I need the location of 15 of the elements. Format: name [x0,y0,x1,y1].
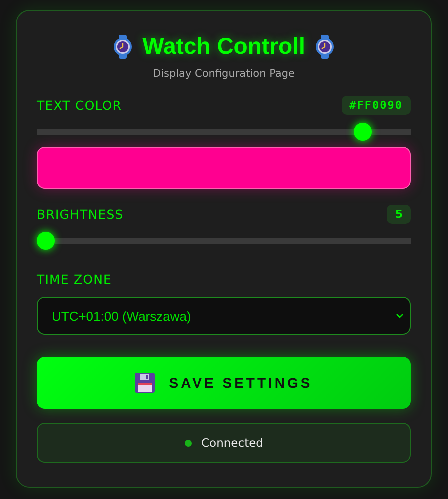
field-label: TIME ZONE [37,272,112,287]
field-label: BRIGHTNESS [37,207,124,222]
watch-icon [315,34,336,58]
subtitle: Display Configuration Page [152,68,296,80]
status-text: Connected [202,436,264,450]
timezone-dropdown[interactable]: UTC+01:00 (Warszawa) [37,297,411,335]
save-button[interactable]: SAVE SETTINGS [37,357,411,409]
value-badge: 5 [387,205,411,224]
slider-thumb[interactable] [37,232,55,250]
field-label: TEXT COLOR [37,98,122,113]
value-badge: #FF0090 [342,96,411,115]
watch-icon [112,34,133,58]
slider-thumb[interactable] [354,123,372,141]
app-title: Watch Controll [142,33,306,60]
chevron-icon [396,313,404,319]
